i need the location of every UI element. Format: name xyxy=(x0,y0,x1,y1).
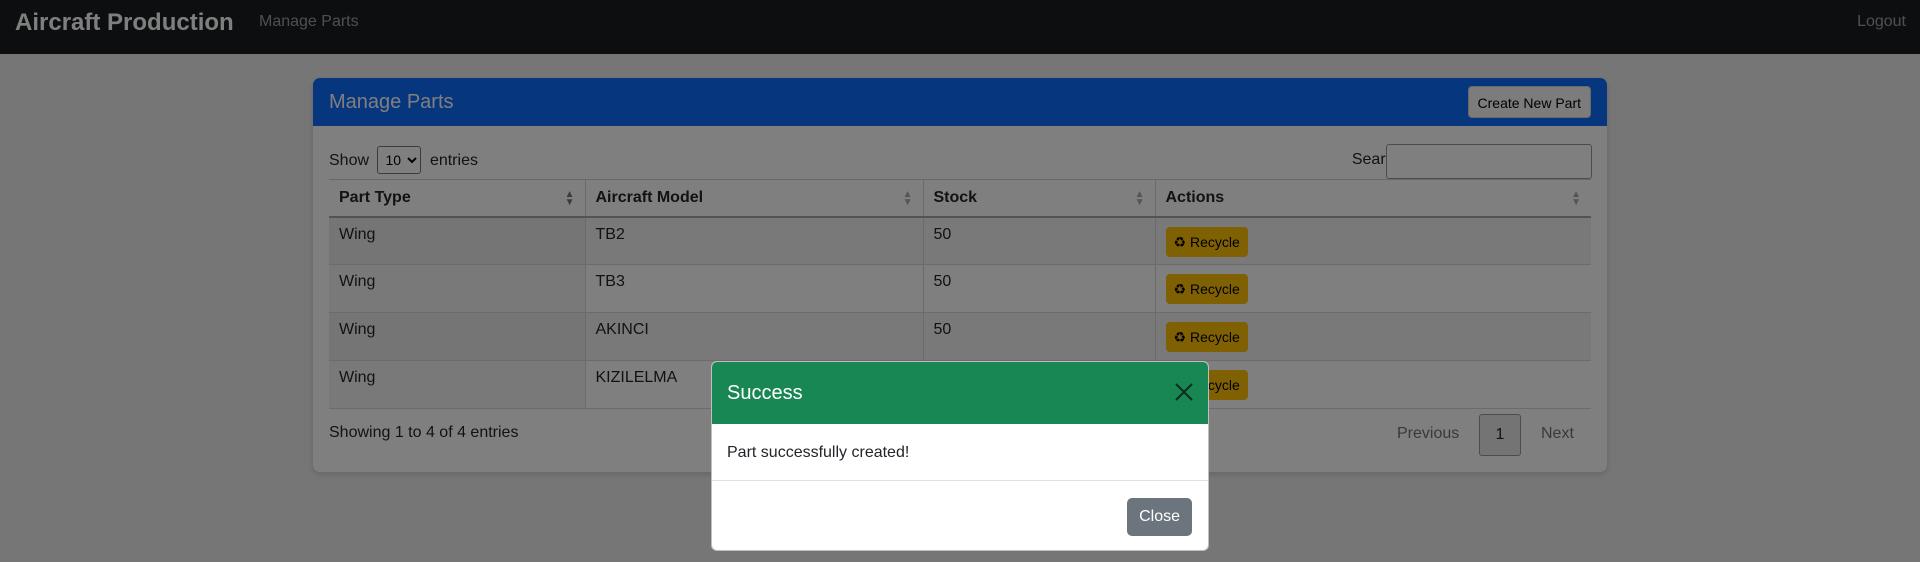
close-button[interactable]: Close xyxy=(1127,498,1192,536)
modal-message: Part successfully created! xyxy=(727,444,910,461)
close-icon[interactable] xyxy=(1174,382,1194,402)
modal-header: Success xyxy=(712,362,1208,424)
modal-title: Success xyxy=(727,382,803,404)
success-modal: Success Part successfully created! Close xyxy=(711,361,1209,551)
modal-body: Part successfully created! xyxy=(712,424,1208,481)
